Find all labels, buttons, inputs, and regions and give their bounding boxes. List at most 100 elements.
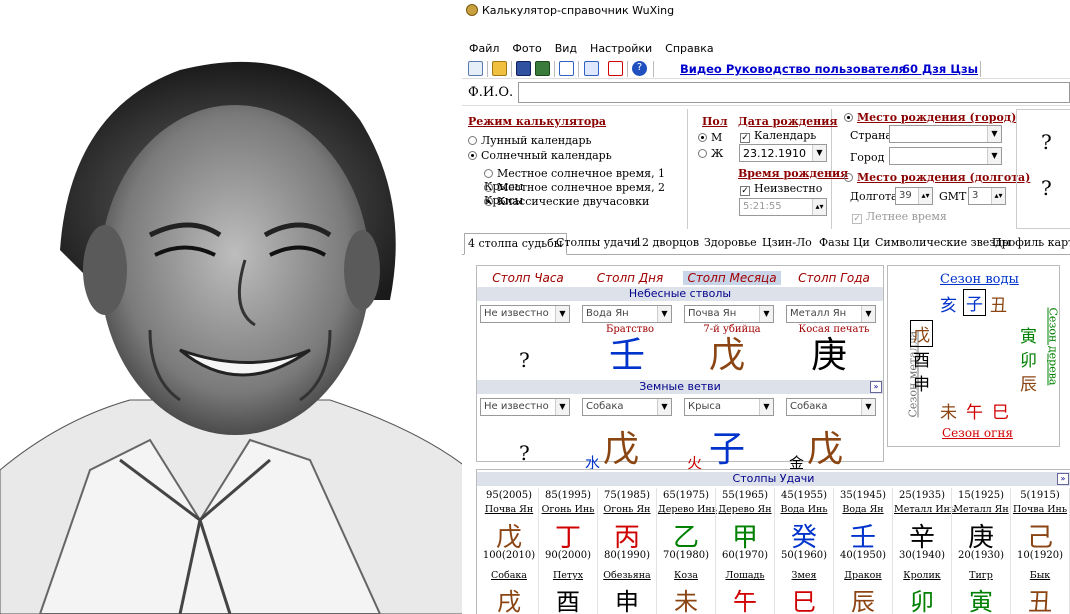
unknown-marker: ? [1041,130,1052,154]
luck-stem-glyph: 丙 [613,523,640,553]
season-glyph: 丑 [990,296,1007,316]
birth-date-title: Дата рождения [738,115,838,128]
luck-year: 35(1945) [840,490,886,501]
birth-time-spinner[interactable]: 5:21:55 ▴▾ [739,198,827,216]
tab-qi-phases[interactable]: Фазы Ци [819,236,870,249]
hour-branch-select[interactable]: Не известно ▼ [480,398,570,416]
luck-year: 5(1915) [1020,490,1060,501]
luck-stem-glyph: 丁 [554,523,581,553]
wood-season-label: Сезон дерева [1046,307,1060,386]
solar-radio[interactable]: Солнечный календарь [468,149,612,162]
mode-title: Режим калькулятора [468,115,607,128]
column-divider [597,488,598,614]
month-branch-glyph: 子 [709,429,746,470]
luck-branch-name: Лошадь [725,570,765,581]
chevron-down-icon: ▼ [657,306,671,322]
luck-year: 65(1975) [663,490,709,501]
toolbar: ? Видео Руководство пользователя 60 Дзя … [462,59,1070,79]
document-icon[interactable] [584,61,599,76]
name-label: Ф.И.О. [468,85,514,100]
year-branch-select[interactable]: Собака ▼ [786,398,876,416]
season-glyph-current: 子 [963,289,986,316]
toolbar-divider [511,61,512,77]
collapse-icon[interactable]: » [870,381,882,393]
lunar-radio[interactable]: Лунный календарь [468,134,592,147]
name-row: Ф.И.О. [462,80,1070,106]
pdf-icon[interactable] [608,61,623,76]
calendar-checkbox[interactable]: ✓ Календарь [740,129,816,143]
four-pillars-panel: Столп Часа Столп Дня Столп Месяца Столп … [476,265,884,472]
gender-group: Пол М Ж [694,109,732,189]
new-file-icon[interactable] [468,61,483,76]
year-stem-note: Косая печать [798,324,870,335]
city-select[interactable]: ▼ [889,147,1002,165]
menu-view[interactable]: Вид [555,42,577,55]
hour-stem-select[interactable]: Не известно ▼ [480,305,570,323]
image-icon[interactable] [535,61,550,76]
tab-chart-profile[interactable]: Профиль карты [992,236,1070,249]
season-glyph: 辰 [1020,375,1037,395]
month-stem-select[interactable]: Почва Ян ▼ [684,305,774,323]
heavenly-stems-header: Небесные стволы [477,287,883,301]
help-icon[interactable]: ? [632,61,647,76]
tab-twelve-palaces[interactable]: 12 дворцов [635,236,699,249]
luck-year: 80(1990) [604,550,650,561]
day-stem-glyph: 壬 [609,335,646,376]
tab-health[interactable]: Здоровье [704,236,757,249]
chevron-down-icon: ▼ [555,399,569,415]
menu-settings[interactable]: Настройки [590,42,652,55]
open-folder-icon[interactable] [492,61,507,76]
birth-date-picker[interactable]: 23.12.1910 ▼ [739,144,827,162]
month-branch-select[interactable]: Крыса ▼ [684,398,774,416]
tab-four-pillars[interactable]: 4 столпа судьбы [464,233,567,255]
water-season-label: Сезон воды [940,272,1019,287]
toolbar-divider [627,61,628,77]
summer-time-checkbox[interactable]: ✓ Летнее время [852,210,947,224]
menu-help[interactable]: Справка [665,42,713,55]
sixty-cycle-link[interactable]: 60 Дзя Цзы [902,62,978,76]
day-stem-note: Братство [605,324,655,335]
gender-female-radio[interactable]: Ж [698,147,723,160]
luck-pillars-panel: Столпы Удачи» 95(2005) Почва Ян 戊 100(2010)… [476,469,1070,614]
tab-luck-pillars[interactable]: Столпы удачи [556,236,638,249]
day-branch-select[interactable]: Собака ▼ [582,398,672,416]
month-stem-glyph: 戊 [709,335,746,376]
place-group: Место рождения (город) Страна ▼ Город ▼ … [838,109,1030,229]
place-city-radio[interactable]: Место рождения (город) [844,111,1016,124]
tab-jing-luo[interactable]: Цзин-Ло [762,236,812,249]
classic-hours-radio[interactable]: Классические двучасовки [484,195,649,208]
luck-stem-name: Вода Ян [842,504,884,515]
save-icon[interactable] [516,61,531,76]
name-input[interactable] [518,82,1070,103]
collapse-icon[interactable]: » [1057,473,1069,485]
longitude-spinner[interactable]: 39 ▴▾ [895,187,933,205]
menu-file[interactable]: Файл [469,42,499,55]
luck-branch-glyph: 卯 [910,588,934,614]
menu-bar: Файл Фото Вид Настройки Справка [462,42,1070,59]
unknown-marker: ? [1041,176,1052,200]
luck-branch-name: Обезьяна [603,570,651,581]
luck-branch-glyph: 酉 [556,588,580,614]
menu-photo[interactable]: Фото [512,42,541,55]
country-select[interactable]: ▼ [889,125,1002,143]
country-label: Страна [850,129,892,142]
year-stem-select[interactable]: Металл Ян ▼ [786,305,876,323]
luck-stem-name: Вода Инь [780,504,828,515]
year-stem-glyph: 庚 [811,335,848,376]
luck-branch-name: Петух [552,570,584,581]
season-glyph: 申 [913,375,930,395]
book-icon[interactable] [559,61,574,76]
birth-group: Дата рождения ✓ Календарь 23.12.1910 ▼ Вре… [734,109,848,229]
luck-stem-name: Дерево Ян [718,504,772,515]
day-stem-select[interactable]: Вода Ян ▼ [582,305,672,323]
tab-symbolic-stars[interactable]: Символические звезды [875,236,1011,249]
luck-stem-name: Огонь Ян [603,504,651,515]
place-longitude-radio[interactable]: Место рождения (долгота) [844,171,1030,184]
month-stem-note: 7-й убийца [703,324,761,335]
luck-branch-name: Кролик [903,570,941,581]
gmt-spinner[interactable]: 3 ▴▾ [968,187,1006,205]
season-glyph: 卯 [1020,351,1037,371]
gender-male-radio[interactable]: М [698,131,722,144]
video-guide-link[interactable]: Видео Руководство пользователя [680,62,906,76]
time-unknown-checkbox[interactable]: ✓ Неизвестно [740,182,822,196]
